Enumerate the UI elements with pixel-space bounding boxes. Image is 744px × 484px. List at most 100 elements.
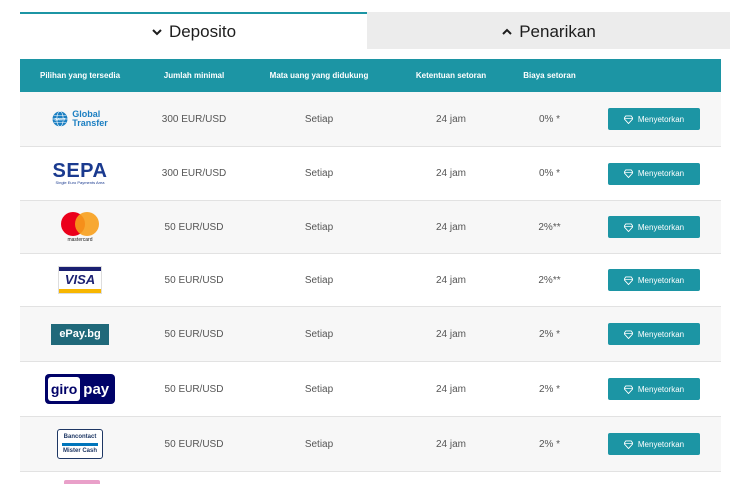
- header-methods: Pilihan yang tersedia: [39, 71, 121, 80]
- swift-badge: SWIFT: [55, 118, 67, 122]
- deposit-button[interactable]: Menyetorkan: [608, 269, 700, 291]
- method-cell: Bancontact Mister Cash: [20, 429, 140, 459]
- diamond-icon: [623, 222, 633, 232]
- tab-withdraw[interactable]: Penarikan: [367, 12, 730, 49]
- tab-withdraw-label: Penarikan: [519, 21, 596, 41]
- action-cell: Menyetorkan: [587, 433, 721, 455]
- min-amount: 50 EUR/USD: [164, 383, 224, 395]
- diamond-icon: [623, 275, 633, 285]
- table-row: giro pay 50 EUR/USD Setiap 24 jam 2% * M…: [20, 362, 721, 417]
- method-cell: mastercard: [20, 211, 140, 243]
- payment-methods-table: Pilihan yang tersedia Jumlah minimal Mat…: [20, 59, 721, 472]
- tab-deposit[interactable]: Deposito: [20, 12, 367, 49]
- mastercard-text: mastercard: [67, 236, 93, 243]
- bancontact-bottom: Mister Cash: [62, 447, 97, 454]
- deposit-time: 24 jam: [435, 328, 466, 340]
- min-amount: 50 EUR/USD: [164, 221, 224, 233]
- diamond-icon: [623, 384, 633, 394]
- deposit-button[interactable]: Menyetorkan: [608, 378, 700, 400]
- min-amount: 50 EUR/USD: [164, 274, 224, 286]
- table-row: SWIFT Global Transfer 300 EUR/USD Setiap…: [20, 92, 721, 147]
- header-fee: Biaya setoran: [523, 71, 576, 80]
- global-transfer-logo: SWIFT Global Transfer: [52, 110, 108, 128]
- min-amount: 50 EUR/USD: [164, 438, 224, 450]
- currency: Setiap: [304, 438, 334, 450]
- method-cell: ePay.bg: [20, 323, 140, 345]
- table-row: VISA 50 EUR/USD Setiap 24 jam 2%** Menye…: [20, 254, 721, 307]
- deposit-button[interactable]: Menyetorkan: [608, 433, 700, 455]
- deposit-button[interactable]: Menyetorkan: [608, 108, 700, 130]
- table-body: SWIFT Global Transfer 300 EUR/USD Setiap…: [20, 92, 721, 472]
- currency: Setiap: [304, 328, 334, 340]
- deposit-fee: 2% *: [538, 438, 561, 450]
- deposit-button-label: Menyetorkan: [637, 384, 685, 394]
- deposit-button[interactable]: Menyetorkan: [608, 216, 700, 238]
- deposit-time: 24 jam: [435, 113, 466, 125]
- giropay-left: giro: [47, 377, 81, 401]
- deposit-time: 24 jam: [435, 221, 466, 233]
- header-deposit-terms: Ketentuan setoran: [415, 71, 487, 80]
- deposit-fee: 2%**: [538, 221, 561, 233]
- chevron-down-icon: [151, 26, 163, 38]
- deposit-time: 24 jam: [435, 274, 466, 286]
- deposit-fee: 2%**: [538, 274, 561, 286]
- deposit-fee: 2% *: [538, 328, 561, 340]
- bancontact-top: Bancontact: [63, 433, 97, 440]
- table-header: Pilihan yang tersedia Jumlah minimal Mat…: [20, 59, 721, 92]
- deposit-time: 24 jam: [435, 438, 466, 450]
- sepa-subtitle: Single Euro Payments Area: [55, 180, 105, 185]
- mastercard-circles-icon: [61, 211, 99, 236]
- method-cell: giro pay: [20, 374, 140, 404]
- mastercard-logo: mastercard: [61, 211, 99, 243]
- method-cell: VISA: [20, 266, 140, 294]
- table-row: ePay.bg 50 EUR/USD Setiap 24 jam 2% * Me…: [20, 307, 721, 362]
- action-cell: Menyetorkan: [587, 108, 721, 130]
- deposit-fee: 2% *: [538, 383, 561, 395]
- deposit-button-label: Menyetorkan: [637, 222, 685, 232]
- min-amount: 50 EUR/USD: [164, 328, 224, 340]
- min-amount: 300 EUR/USD: [161, 168, 227, 179]
- bancontact-logo: Bancontact Mister Cash: [57, 429, 103, 459]
- deposit-button[interactable]: Menyetorkan: [608, 162, 700, 185]
- action-cell: Menyetorkan: [587, 216, 721, 238]
- visa-text: VISA: [64, 272, 96, 287]
- sepa-text: SEPA: [52, 160, 108, 182]
- chevron-up-icon: [501, 26, 513, 38]
- diamond-icon: [623, 114, 633, 124]
- tab-deposit-label: Deposito: [168, 21, 237, 41]
- deposit-fee: 0% *: [538, 168, 561, 179]
- deposit-button-label: Menyetorkan: [637, 169, 685, 178]
- deposit-time: 24 jam: [435, 383, 466, 395]
- currency: Setiap: [304, 221, 334, 233]
- currency: Setiap: [304, 168, 334, 179]
- deposit-button-label: Menyetorkan: [637, 275, 685, 285]
- deposit-fee: 0% *: [538, 113, 561, 125]
- deposit-button[interactable]: Menyetorkan: [608, 323, 700, 345]
- action-cell: Menyetorkan: [587, 323, 721, 345]
- currency: Setiap: [304, 274, 334, 286]
- action-cell: Menyetorkan: [587, 378, 721, 400]
- deposit-time: 24 jam: [435, 168, 466, 179]
- deposit-button-label: Menyetorkan: [637, 114, 685, 124]
- currency: Setiap: [304, 113, 334, 125]
- method-cell: SEPA Single Euro Payments Area: [20, 160, 140, 185]
- giropay-logo: giro pay: [45, 374, 115, 404]
- action-cell: Menyetorkan: [587, 162, 721, 185]
- giro-text: giro: [50, 381, 78, 397]
- visa-logo: VISA: [58, 266, 102, 294]
- method-cell: SWIFT Global Transfer: [20, 110, 140, 128]
- deposit-withdraw-tabs: Deposito Penarikan: [20, 12, 730, 50]
- globe-icon: SWIFT: [52, 111, 68, 127]
- diamond-icon: [623, 439, 633, 449]
- epay-logo: ePay.bg: [51, 323, 109, 345]
- header-currency: Mata uang yang didukung: [269, 71, 369, 80]
- action-cell: Menyetorkan: [587, 269, 721, 291]
- diamond-icon: [623, 169, 633, 178]
- table-row: SEPA Single Euro Payments Area 300 EUR/U…: [20, 147, 721, 201]
- deposit-button-label: Menyetorkan: [637, 439, 685, 449]
- deposit-button-label: Menyetorkan: [637, 329, 685, 339]
- partial-logo-cut: [64, 480, 100, 484]
- giropay-right: pay: [83, 380, 110, 398]
- min-amount: 300 EUR/USD: [161, 113, 227, 125]
- currency: Setiap: [304, 383, 334, 395]
